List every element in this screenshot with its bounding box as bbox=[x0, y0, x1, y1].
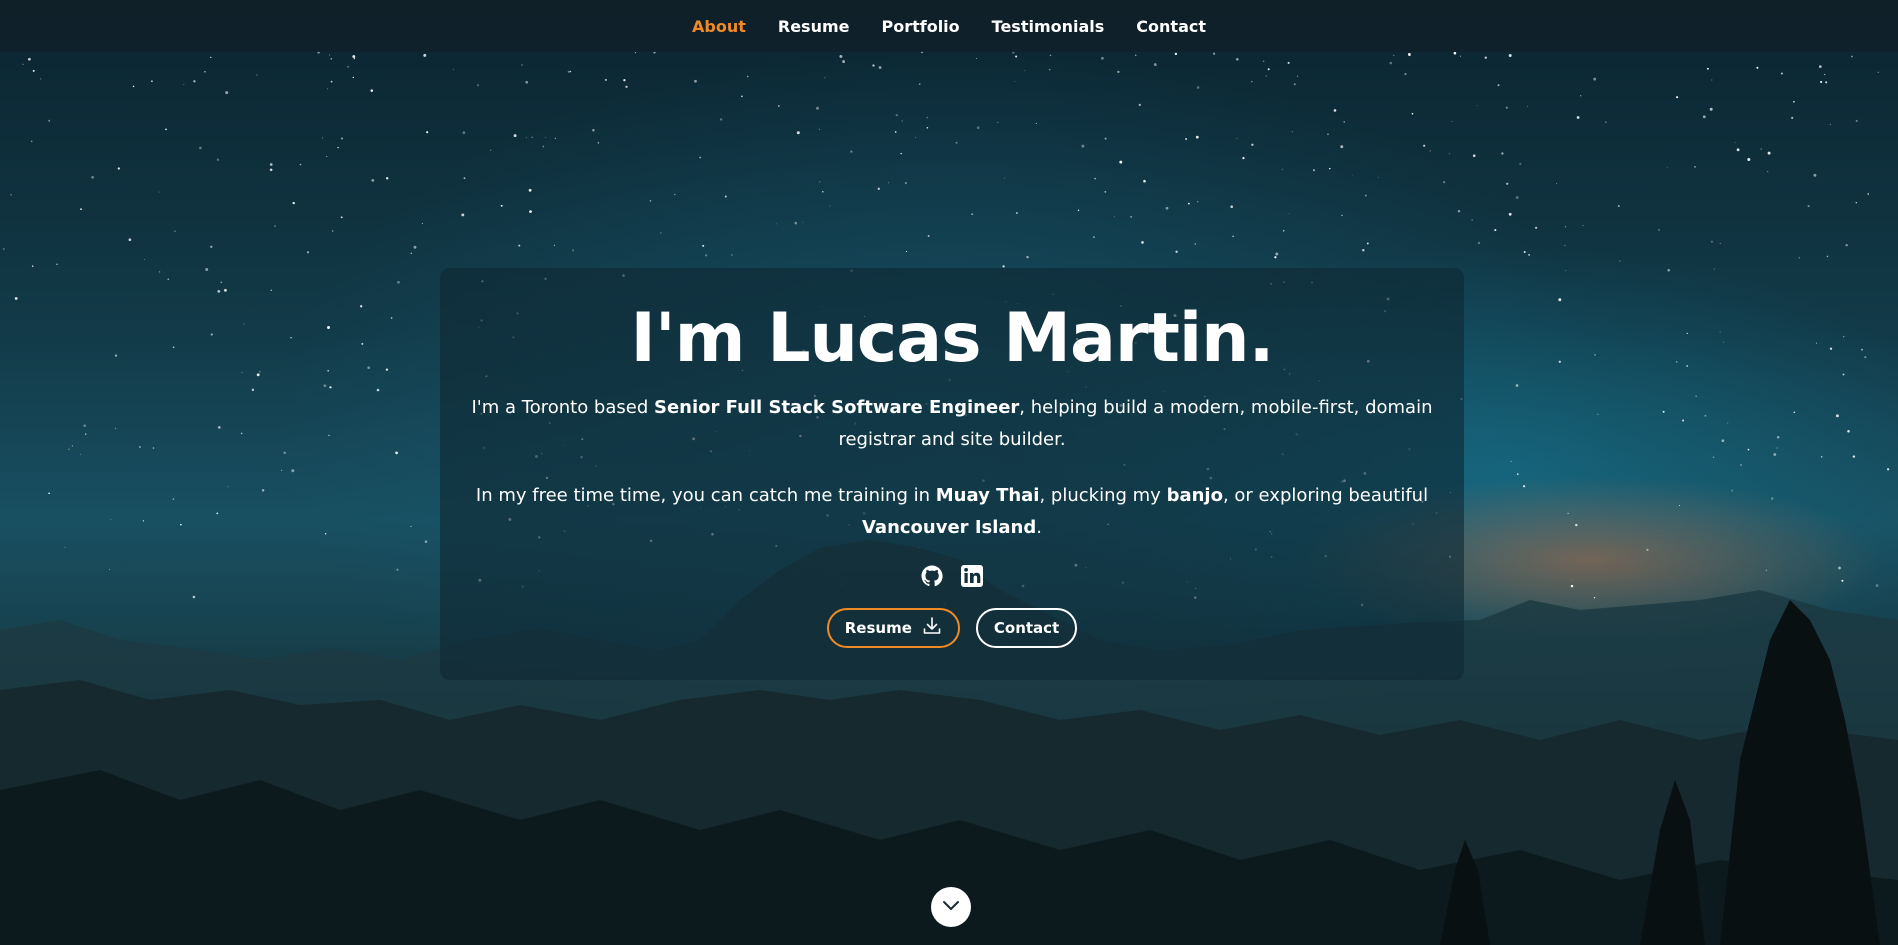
hobby-muay-thai: Muay Thai bbox=[935, 485, 1040, 506]
nav-item-resume[interactable]: Resume bbox=[778, 17, 850, 36]
intro-text-1: I'm a Toronto based bbox=[471, 397, 654, 418]
hobbies-paragraph: In my free time time, you can catch me t… bbox=[464, 480, 1440, 544]
top-navigation: About Resume Portfolio Testimonials Cont… bbox=[0, 0, 1898, 52]
hero-title: I'm Lucas Martin. bbox=[630, 299, 1275, 378]
intro-paragraph: I'm a Toronto based Senior Full Stack So… bbox=[464, 392, 1440, 456]
page: About Resume Portfolio Testimonials Cont… bbox=[0, 0, 1898, 945]
hobbies-text-3: , or exploring beautiful bbox=[1222, 485, 1429, 506]
social-links bbox=[464, 564, 1440, 592]
contact-button-label: Contact bbox=[993, 619, 1060, 637]
hero-card: I'm Lucas Martin. I'm a Toronto based Se… bbox=[440, 268, 1464, 680]
download-icon bbox=[922, 616, 942, 640]
resume-button[interactable]: Resume bbox=[826, 608, 960, 648]
github-icon[interactable] bbox=[920, 564, 944, 588]
linkedin-icon[interactable] bbox=[960, 564, 984, 588]
nav-item-testimonials[interactable]: Testimonials bbox=[992, 17, 1105, 36]
hobbies-text-2: , plucking my bbox=[1039, 485, 1167, 506]
nav-item-portfolio[interactable]: Portfolio bbox=[881, 17, 959, 36]
hobbies-text-1: In my free time time, you can catch me t… bbox=[475, 485, 936, 506]
intro-job-title: Senior Full Stack Software Engineer bbox=[654, 397, 1020, 418]
chevron-down-icon bbox=[941, 895, 961, 919]
scroll-down-button[interactable] bbox=[931, 887, 971, 927]
hero-actions: Resume Contact bbox=[464, 608, 1440, 648]
hobbies-text-4: . bbox=[1036, 517, 1042, 538]
nav-item-contact[interactable]: Contact bbox=[1136, 17, 1206, 36]
nav-item-about[interactable]: About bbox=[692, 17, 746, 36]
contact-button[interactable]: Contact bbox=[975, 608, 1078, 648]
hobby-banjo: banjo bbox=[1166, 485, 1223, 506]
hobby-vancouver-island: Vancouver Island bbox=[861, 517, 1037, 538]
resume-button-label: Resume bbox=[844, 619, 912, 637]
